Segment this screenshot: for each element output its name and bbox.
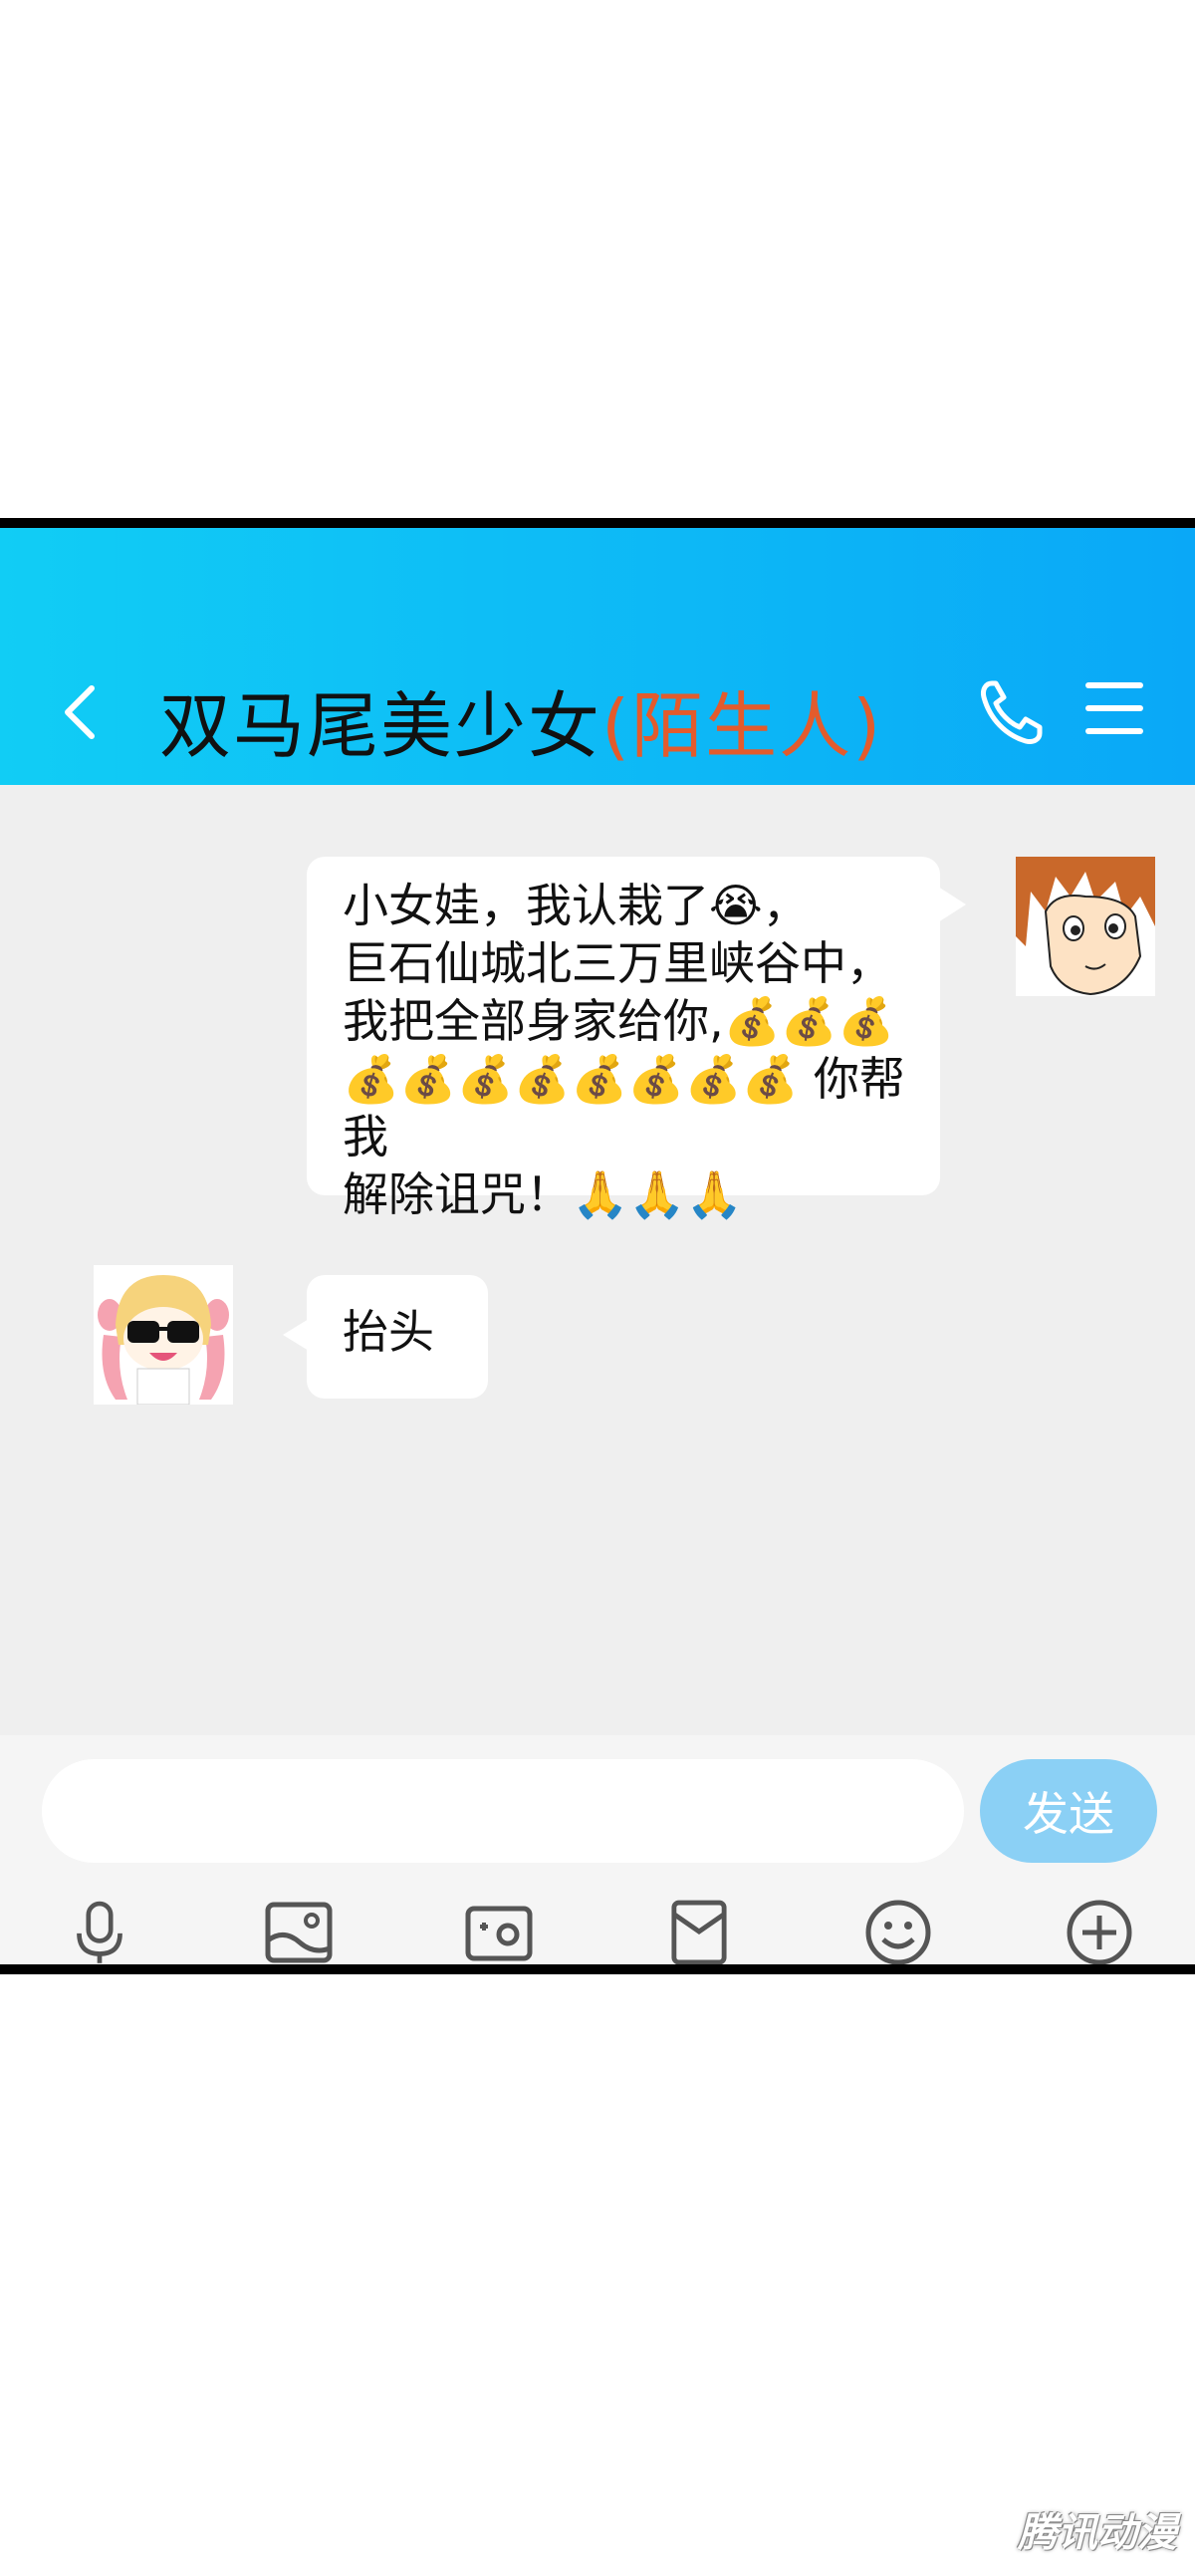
message-line: 解除诅咒！🙏🙏🙏 [343, 1167, 743, 1221]
contact-name: 双马尾美少女 [159, 684, 602, 768]
chat-title: 双马尾美少女(陌生人) [159, 667, 882, 772]
avatar-contact[interactable] [94, 1265, 233, 1405]
back-arrow-icon[interactable] [60, 682, 100, 742]
send-button[interactable]: 发送 [980, 1759, 1157, 1863]
image-icon[interactable] [261, 1895, 337, 1964]
message-line: 我把全部身家给你,💰💰💰 [343, 994, 895, 1048]
message-line: 小女娃，我认栽了😭， [343, 879, 809, 932]
emoji-icon[interactable] [860, 1895, 936, 1964]
plus-icon[interactable] [1062, 1895, 1137, 1964]
message-line: 💰💰💰💰💰💰💰💰 你帮我 [343, 1052, 905, 1163]
message-input[interactable] [42, 1759, 964, 1863]
watermark-logo: 腾讯动漫 [1018, 2510, 1177, 2556]
menu-icon[interactable] [1085, 682, 1143, 734]
message-bubble-incoming: 抬头 [283, 1275, 488, 1399]
red-packet-icon[interactable] [661, 1895, 737, 1964]
input-bar: 发送 [0, 1735, 1195, 1964]
phone-call-icon[interactable] [976, 677, 1046, 747]
message-bubble-outgoing: 小女娃，我认栽了😭， 巨石仙城北三万里峡谷中， 我把全部身家给你,💰💰💰 💰💰💰… [307, 857, 966, 1221]
chat-header: 双马尾美少女(陌生人) [0, 528, 1195, 785]
microphone-icon[interactable] [62, 1895, 137, 1964]
stranger-tag: (陌生人) [601, 684, 883, 768]
message-line: 巨石仙城北三万里峡谷中， [343, 936, 892, 990]
message-line: 抬头 [343, 1305, 434, 1359]
camera-icon[interactable] [461, 1895, 537, 1964]
chat-window: 双马尾美少女(陌生人) 小女娃，我认栽了😭， 巨石仙城北三万里峡谷中， 我把全部… [0, 518, 1195, 1974]
avatar-self[interactable] [1016, 857, 1155, 996]
